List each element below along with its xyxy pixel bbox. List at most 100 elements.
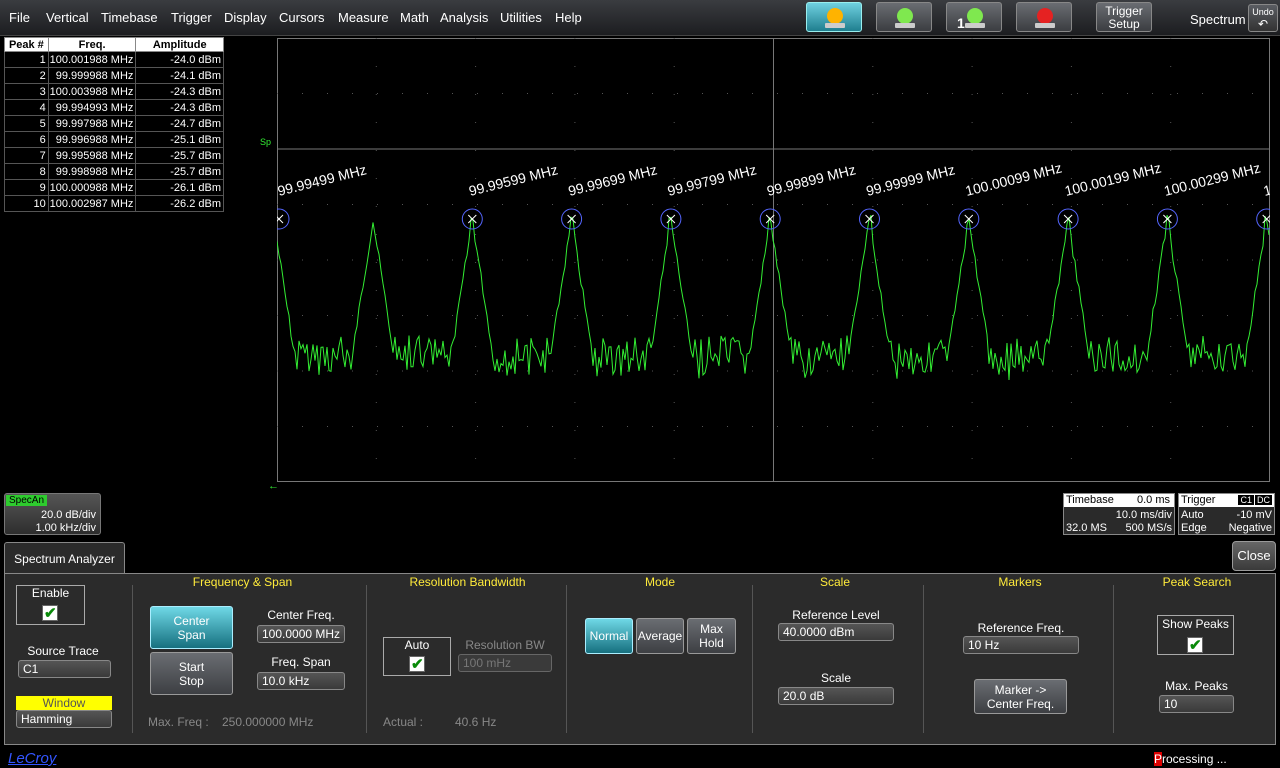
center-freq-field[interactable]: 100.0000 MHz bbox=[257, 625, 345, 643]
peak-amplitude: -24.1 dBm bbox=[135, 67, 224, 84]
stop-trigger-button[interactable] bbox=[1016, 2, 1072, 32]
window-select[interactable]: Window Hamming bbox=[16, 696, 112, 731]
peak-label: 100.00199 MHz bbox=[1063, 159, 1163, 198]
center-span-button[interactable]: Center Span bbox=[150, 606, 233, 649]
single-trigger-button[interactable]: 1 bbox=[946, 2, 1002, 32]
source-trace-field[interactable]: C1 bbox=[18, 660, 111, 678]
scale-title: Scale bbox=[819, 575, 851, 589]
peak-amplitude: -25.7 dBm bbox=[135, 163, 224, 180]
lecroy-logo[interactable]: LeCroy bbox=[8, 750, 56, 767]
specan-descriptor[interactable]: SpecAn 20.0 dB/div 1.00 kHz/div bbox=[4, 493, 101, 535]
red-light-icon bbox=[1037, 8, 1053, 24]
mode-label: Spectrum bbox=[1190, 12, 1246, 27]
peak-amplitude: -24.3 dBm bbox=[135, 83, 224, 100]
rbw-auto-group[interactable]: Auto bbox=[383, 637, 451, 676]
peak-label: 100.00299 MHz bbox=[1162, 159, 1262, 198]
menu-cursors[interactable]: Cursors bbox=[279, 10, 325, 25]
max-freq-value: 250.000000 MHz bbox=[222, 715, 314, 729]
trigger-descriptor[interactable]: Trigger C1 DC Auto -10 mV Edge Negative bbox=[1178, 493, 1275, 535]
menu-file[interactable]: File bbox=[9, 10, 30, 25]
close-button[interactable]: Close bbox=[1232, 541, 1276, 571]
show-peaks-group[interactable]: Show Peaks bbox=[1157, 615, 1234, 655]
table-row: 8 99.998988 MHz -25.7 dBm bbox=[4, 163, 224, 180]
peak-number: 7 bbox=[4, 147, 49, 164]
table-row: 1 100.001988 MHz -24.0 dBm bbox=[4, 51, 224, 68]
table-row: 2 99.999988 MHz -24.1 dBm bbox=[4, 67, 224, 84]
menu-utilities[interactable]: Utilities bbox=[500, 10, 542, 25]
spectrum-grid[interactable]: 99.99499 MHz 99.99599 MHz 99.99699 MHz 99.9… bbox=[277, 38, 1270, 482]
max-peaks-label: Max. Peaks bbox=[1165, 679, 1228, 693]
center-freq-label: Center Freq. bbox=[267, 608, 335, 622]
peak-number: 8 bbox=[4, 163, 49, 180]
peak-number: 1 bbox=[4, 51, 49, 68]
enable-group[interactable]: Enable bbox=[16, 585, 85, 625]
trace-marker: Sp bbox=[260, 137, 272, 147]
trigger-setup-button[interactable]: Trigger Setup bbox=[1096, 2, 1152, 32]
peak-amplitude: -24.7 dBm bbox=[135, 115, 224, 132]
enable-checkbox[interactable] bbox=[42, 604, 58, 622]
show-peaks-checkbox[interactable] bbox=[1187, 636, 1203, 654]
peak-freq: 99.997988 MHz bbox=[47, 115, 137, 132]
scale-field[interactable]: 20.0 dB bbox=[778, 687, 894, 705]
markers-title: Markers bbox=[998, 575, 1042, 589]
menu-measure[interactable]: Measure bbox=[338, 10, 389, 25]
peak-label: 99.99599 MHz bbox=[467, 161, 559, 199]
tab-spectrum-analyzer[interactable]: Spectrum Analyzer bbox=[4, 542, 125, 574]
reference-level-field[interactable]: 40.0000 dBm bbox=[778, 623, 894, 641]
peak-number: 2 bbox=[4, 67, 49, 84]
peak-marker-cross bbox=[964, 214, 974, 224]
peak-table-header: Peak # Freq. Amplitude bbox=[4, 37, 224, 52]
freq-span-field[interactable]: 10.0 kHz bbox=[257, 672, 345, 690]
freq-span-title: Frequency & Span bbox=[192, 575, 293, 589]
peak-marker-cross bbox=[467, 214, 477, 224]
marker-to-center-button[interactable]: Marker -> Center Freq. bbox=[974, 679, 1067, 714]
menu-trigger[interactable]: Trigger bbox=[171, 10, 212, 25]
peak-freq: 99.994993 MHz bbox=[47, 99, 137, 116]
peak-number: 5 bbox=[4, 115, 49, 132]
reference-freq-field[interactable]: 10 Hz bbox=[963, 636, 1079, 654]
peak-amplitude: -24.3 dBm bbox=[135, 99, 224, 116]
menu-timebase[interactable]: Timebase bbox=[101, 10, 158, 25]
rbw-field[interactable]: 100 mHz bbox=[458, 654, 552, 672]
peak-label: 100.00399 MHz bbox=[1262, 159, 1270, 198]
peak-freq: 100.002987 MHz bbox=[47, 195, 137, 212]
scale-label: Scale bbox=[820, 671, 852, 685]
menu-vertical[interactable]: Vertical bbox=[46, 10, 89, 25]
table-row: 5 99.997988 MHz -24.7 dBm bbox=[4, 115, 224, 132]
max-peaks-field[interactable]: 10 bbox=[1159, 695, 1234, 713]
auto-trigger-button[interactable] bbox=[806, 2, 862, 32]
table-row: 6 99.996988 MHz -25.1 dBm bbox=[4, 131, 224, 148]
peak-freq: 100.000988 MHz bbox=[47, 179, 137, 196]
peak-freq: 100.003988 MHz bbox=[47, 83, 137, 100]
menu-analysis[interactable]: Analysis bbox=[440, 10, 488, 25]
mode-average-button[interactable]: Average bbox=[636, 618, 684, 654]
source-trace-label: Source Trace bbox=[27, 644, 99, 658]
peak-number: 4 bbox=[4, 99, 49, 116]
undo-button[interactable]: Undo ↶ bbox=[1248, 4, 1278, 32]
peak-marker-cross bbox=[567, 214, 576, 224]
peak-number: 6 bbox=[4, 131, 49, 148]
peak-freq: 100.001988 MHz bbox=[47, 51, 137, 68]
peak-amplitude: -24.0 dBm bbox=[135, 51, 224, 68]
peak-number: 9 bbox=[4, 179, 49, 196]
peak-label: 99.99999 MHz bbox=[864, 161, 956, 199]
table-row: 10 100.002987 MHz -26.2 dBm bbox=[4, 195, 224, 212]
menu-help[interactable]: Help bbox=[555, 10, 582, 25]
peak-label: 99.99899 MHz bbox=[765, 161, 857, 199]
mode-normal-button[interactable]: Normal bbox=[585, 618, 633, 654]
rbw-auto-checkbox[interactable] bbox=[409, 655, 425, 673]
start-stop-button[interactable]: Start Stop bbox=[150, 652, 233, 695]
normal-trigger-button[interactable] bbox=[876, 2, 932, 32]
reference-freq-label: Reference Freq. bbox=[977, 621, 1065, 635]
mode-title: Mode bbox=[644, 575, 676, 589]
peak-freq: 99.999988 MHz bbox=[47, 67, 137, 84]
menu-display[interactable]: Display bbox=[224, 10, 267, 25]
single-one-icon: 1 bbox=[957, 15, 965, 31]
rbw-title: Resolution Bandwidth bbox=[409, 575, 526, 589]
timebase-descriptor[interactable]: Timebase 0.0 ms 10.0 ms/div 32.0 MS 500 … bbox=[1063, 493, 1175, 535]
left-arrow-icon: ← bbox=[268, 480, 279, 492]
peak-freq: 99.998988 MHz bbox=[47, 163, 137, 180]
menu-math[interactable]: Math bbox=[400, 10, 429, 25]
status-processing: Processing ... bbox=[1154, 752, 1227, 766]
mode-maxhold-button[interactable]: Max Hold bbox=[687, 618, 736, 654]
